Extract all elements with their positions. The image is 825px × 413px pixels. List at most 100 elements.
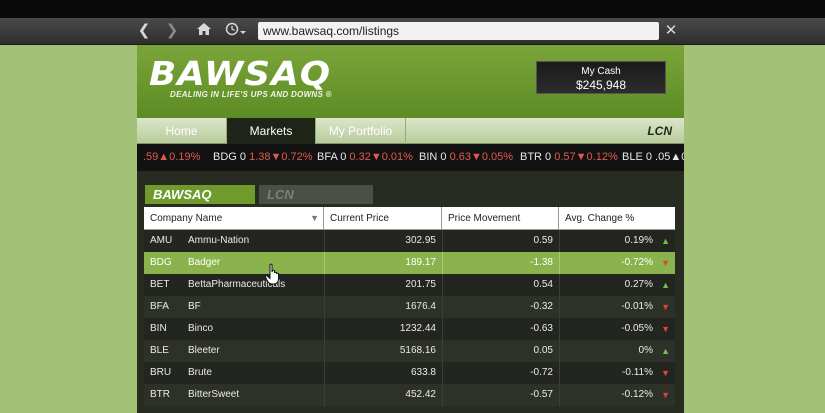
- cell-current-price-text: 302.95: [405, 235, 436, 246]
- cell-current-price: 1232.44: [324, 318, 442, 340]
- stock-ticker: .59▲0.19% BDG 0 1.38▼0.72% BFA 0 0.32▼0.…: [137, 144, 684, 171]
- bawsaq-logo[interactable]: BAWSAQ: [149, 57, 331, 91]
- cell-symbol-text: BTR: [150, 389, 170, 400]
- cell-current-price: 1676.4: [324, 296, 442, 318]
- cell-company-name: Badger: [188, 252, 322, 274]
- cell-price-movement: -0.32: [442, 296, 559, 318]
- cell-avg-change: 0.27% ▲: [559, 274, 675, 296]
- bawsaq-site: BAWSAQ DEALING IN LIFE'S UPS AND DOWNS ®…: [137, 45, 684, 413]
- cell-company-name-text: Binco: [188, 323, 214, 334]
- menu-markets[interactable]: Markets: [227, 118, 316, 144]
- trend-down-icon: ▼: [661, 368, 670, 378]
- cell-symbol: BLE: [150, 340, 186, 362]
- cell-symbol-text: AMU: [150, 235, 173, 246]
- my-cash-label: My Cash: [581, 66, 621, 77]
- cell-company-name: BettaPharmaceuticals: [188, 274, 322, 296]
- tab-lcn[interactable]: LCN: [259, 185, 373, 204]
- cell-company-name-text: Ammu-Nation: [188, 235, 250, 246]
- cell-avg-change-text: -0.72%: [621, 257, 653, 268]
- trend-down-icon: ▼: [661, 258, 670, 268]
- trend-up-icon: ▲: [661, 280, 670, 290]
- cell-symbol-text: BFA: [150, 301, 169, 312]
- menu-home[interactable]: Home: [137, 118, 227, 144]
- cell-price-movement-text: -0.72: [530, 367, 553, 378]
- table-row[interactable]: BLE Bleeter 5168.16 0.05 0% ▲: [144, 340, 675, 362]
- tab-bawsaq[interactable]: BAWSAQ: [145, 185, 255, 204]
- cell-company-name: BitterSweet: [188, 384, 322, 406]
- column-current-price[interactable]: Current Price: [324, 207, 442, 230]
- table-row[interactable]: BRU Brute 633.8 -0.72 -0.11% ▼: [144, 362, 675, 384]
- cell-company-name-text: Badger: [188, 257, 221, 268]
- tagline: DEALING IN LIFE'S UPS AND DOWNS ®: [170, 90, 332, 99]
- top-black-bar: [0, 0, 825, 18]
- hand-cursor-icon: [264, 263, 279, 285]
- column-company-name[interactable]: Company Name ▼: [144, 207, 324, 230]
- clock-icon[interactable]: [224, 22, 248, 40]
- my-cash-value: $245,948: [575, 78, 627, 92]
- cell-price-movement-text: -1.38: [530, 257, 553, 268]
- column-price-movement[interactable]: Price Movement: [442, 207, 559, 230]
- cell-symbol: AMU: [150, 230, 186, 252]
- cell-current-price: 201.75: [324, 274, 442, 296]
- cell-avg-change-text: 0.27%: [624, 279, 653, 290]
- table-row[interactable]: BTR BitterSweet 452.42 -0.57 -0.12% ▼: [144, 384, 675, 406]
- cell-current-price-text: 1676.4: [405, 301, 436, 312]
- table-row[interactable]: BDG Badger 189.17 -1.38 -0.72% ▼: [144, 252, 675, 274]
- my-cash-panel: My Cash $245,948: [536, 61, 666, 94]
- cell-company-name-text: BitterSweet: [188, 389, 240, 400]
- column-avg-change[interactable]: Avg. Change %: [559, 207, 675, 230]
- cell-company-name: Brute: [188, 362, 322, 384]
- cell-symbol-text: BLE: [150, 345, 169, 356]
- cell-current-price-text: 452.42: [405, 389, 436, 400]
- close-icon[interactable]: ✕: [662, 22, 680, 40]
- cell-avg-change: -0.11% ▼: [559, 362, 675, 384]
- cell-price-movement-text: 0.54: [533, 279, 553, 290]
- ticker-item: BLE 0 .05▲0%: [622, 151, 684, 163]
- cell-symbol: BFA: [150, 296, 186, 318]
- table-row[interactable]: BIN Binco 1232.44 -0.63 -0.05% ▼: [144, 318, 675, 340]
- cell-avg-change-text: -0.01%: [621, 301, 653, 312]
- cell-current-price-text: 633.8: [410, 367, 436, 378]
- cell-current-price: 452.42: [324, 384, 442, 406]
- table-row[interactable]: BET BettaPharmaceuticals 201.75 0.54 0.27% ▲: [144, 274, 675, 296]
- cell-avg-change: -0.72% ▼: [559, 252, 675, 274]
- cell-price-movement: -0.57: [442, 384, 559, 406]
- cell-avg-change-text: -0.05%: [621, 323, 653, 334]
- listings-panel: BAWSAQ LCN Company Name ▼ Current Price P…: [137, 171, 684, 413]
- cell-current-price-text: 1232.44: [399, 323, 436, 334]
- lcn-logo[interactable]: LCN: [647, 124, 672, 138]
- table-body: AMU Ammu-Nation 302.95 0.59 0.19% ▲ BDG Badger 1…: [144, 230, 675, 406]
- cell-avg-change-text: 0%: [638, 345, 653, 356]
- cell-avg-change: -0.12% ▼: [559, 384, 675, 406]
- cell-avg-change-text: 0.19%: [624, 235, 653, 246]
- ticker-item: BIN 0 0.63▼0.05%: [419, 151, 514, 163]
- cell-company-name-text: Bleeter: [188, 345, 220, 356]
- cell-price-movement: -1.38: [442, 252, 559, 274]
- ticker-item: BFA 0 0.32▼0.01%: [317, 151, 413, 163]
- cell-price-movement: -0.72: [442, 362, 559, 384]
- cell-avg-change-text: -0.11%: [622, 367, 653, 378]
- forward-arrow-icon[interactable]: ❯: [164, 22, 180, 40]
- menu-my-portfolio[interactable]: My Portfolio: [316, 118, 406, 144]
- cell-company-name: BF: [188, 296, 322, 318]
- url-bar[interactable]: www.bawsaq.com/listings: [258, 22, 659, 40]
- cell-price-movement: 0.54: [442, 274, 559, 296]
- sort-down-icon[interactable]: ▼: [310, 207, 319, 230]
- trend-up-icon: ▲: [661, 236, 670, 246]
- cell-symbol: BRU: [150, 362, 186, 384]
- cell-avg-change: 0% ▲: [559, 340, 675, 362]
- cell-symbol-text: BIN: [150, 323, 167, 334]
- cell-company-name: Ammu-Nation: [188, 230, 322, 252]
- cell-current-price: 5168.16: [324, 340, 442, 362]
- cell-price-movement-text: -0.57: [530, 389, 553, 400]
- cell-price-movement-text: -0.63: [530, 323, 553, 334]
- back-arrow-icon[interactable]: ❮: [136, 22, 152, 40]
- table-row[interactable]: AMU Ammu-Nation 302.95 0.59 0.19% ▲: [144, 230, 675, 252]
- cell-symbol: BIN: [150, 318, 186, 340]
- cell-company-name: Binco: [188, 318, 322, 340]
- table-row[interactable]: BFA BF 1676.4 -0.32 -0.01% ▼: [144, 296, 675, 318]
- cell-company-name-text: Brute: [188, 367, 212, 378]
- home-icon[interactable]: [195, 22, 213, 40]
- cell-avg-change: 0.19% ▲: [559, 230, 675, 252]
- listings-table: Company Name ▼ Current Price Price Moveme…: [144, 207, 675, 406]
